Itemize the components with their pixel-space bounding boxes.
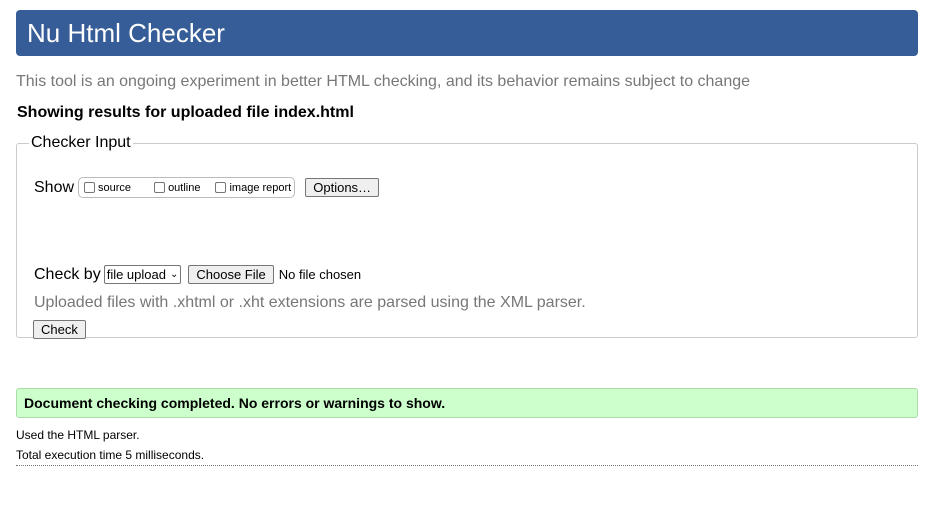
execution-time: Total execution time 5 milliseconds. bbox=[16, 448, 205, 462]
intro-text: This tool is an ongoing experiment in be… bbox=[16, 73, 751, 90]
options-button[interactable]: Options… bbox=[305, 178, 380, 197]
outline-option[interactable]: outline bbox=[151, 182, 200, 194]
show-label: Show bbox=[34, 178, 75, 196]
outline-checkbox[interactable] bbox=[154, 182, 166, 193]
checker-input-legend: Checker Input bbox=[31, 134, 131, 151]
image-report-checkbox-label: image report bbox=[229, 181, 292, 194]
check-by-label: Check by bbox=[34, 265, 101, 283]
show-row: Show source outline image report Options… bbox=[34, 177, 380, 198]
header-bar: Nu Html Checker bbox=[16, 10, 918, 56]
page: Nu Html Checker This tool is an ongoing … bbox=[0, 0, 929, 507]
divider bbox=[16, 465, 918, 466]
image-report-checkbox[interactable] bbox=[215, 182, 227, 193]
check-by-selected-value: file upload bbox=[106, 267, 166, 282]
outline-checkbox-label: outline bbox=[168, 181, 201, 194]
chevron-down-icon: ⌄ bbox=[169, 269, 179, 280]
check-button[interactable]: Check bbox=[33, 320, 86, 339]
check-by-row: Check by file upload ⌄ Choose File No fi… bbox=[34, 265, 361, 284]
check-button-wrap: Check bbox=[33, 320, 86, 339]
page-title: Nu Html Checker bbox=[27, 18, 225, 48]
xml-parser-hint: Uploaded files with .xhtml or .xht exten… bbox=[34, 294, 586, 311]
no-file-chosen-text: No file chosen bbox=[278, 267, 362, 282]
source-checkbox[interactable] bbox=[84, 182, 96, 193]
result-details: Used the HTML parser. Total execution ti… bbox=[16, 425, 204, 465]
check-by-select[interactable]: file upload ⌄ bbox=[103, 265, 182, 284]
results-heading: Showing results for uploaded file index.… bbox=[17, 104, 354, 121]
show-options-group: source outline image report bbox=[78, 177, 296, 198]
parser-info: Used the HTML parser. bbox=[16, 428, 140, 442]
success-message: Document checking completed. No errors o… bbox=[16, 388, 918, 418]
source-checkbox-label: source bbox=[98, 181, 132, 194]
checker-input-fieldset: Checker Input Show source outline image … bbox=[16, 134, 918, 339]
source-option[interactable]: source bbox=[81, 182, 131, 194]
image-report-option[interactable]: image report bbox=[212, 182, 291, 194]
choose-file-button[interactable]: Choose File bbox=[188, 265, 274, 284]
